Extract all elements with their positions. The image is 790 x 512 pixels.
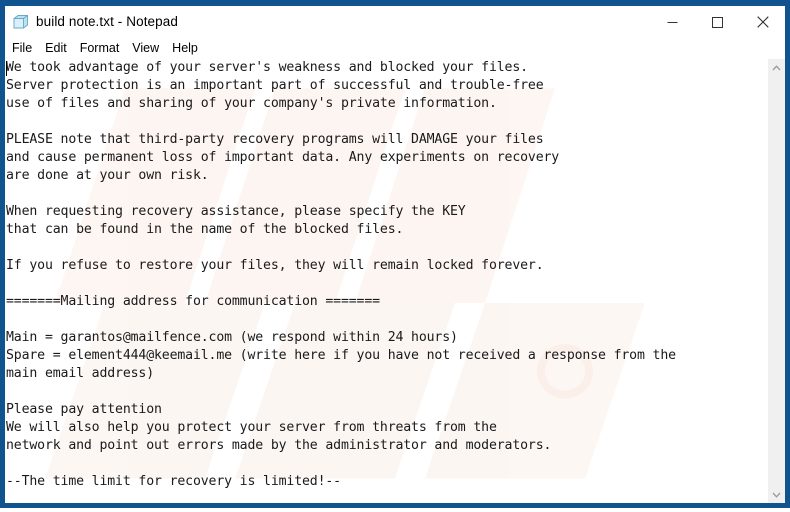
window-title: build note.txt - Notepad — [36, 14, 178, 30]
chevron-down-icon[interactable] — [768, 486, 785, 503]
window-bottom-edge — [0, 508, 790, 512]
document-text[interactable]: We took advantage of your server's weakn… — [6, 59, 762, 503]
vertical-scrollbar[interactable] — [767, 59, 785, 503]
menu-item-help[interactable]: Help — [172, 42, 198, 55]
menu-item-view[interactable]: View — [132, 42, 159, 55]
menu-bar: File Edit Format View Help — [5, 38, 785, 59]
notepad-window: build note.txt - Notepad File Edit Forma… — [0, 0, 790, 508]
text-caret — [6, 61, 7, 76]
menu-item-edit[interactable]: Edit — [45, 42, 67, 55]
title-bar[interactable]: build note.txt - Notepad — [5, 6, 785, 38]
menu-item-file[interactable]: File — [12, 42, 32, 55]
text-editor-area[interactable]: We took advantage of your server's weakn… — [5, 59, 785, 503]
window-client-area: build note.txt - Notepad File Edit Forma… — [5, 6, 785, 503]
chevron-up-icon[interactable] — [768, 59, 785, 76]
close-button[interactable] — [740, 6, 785, 38]
minimize-button[interactable] — [650, 6, 695, 38]
window-controls — [650, 6, 785, 38]
menu-item-format[interactable]: Format — [80, 42, 120, 55]
notepad-document-icon — [12, 14, 29, 31]
maximize-button[interactable] — [695, 6, 740, 38]
